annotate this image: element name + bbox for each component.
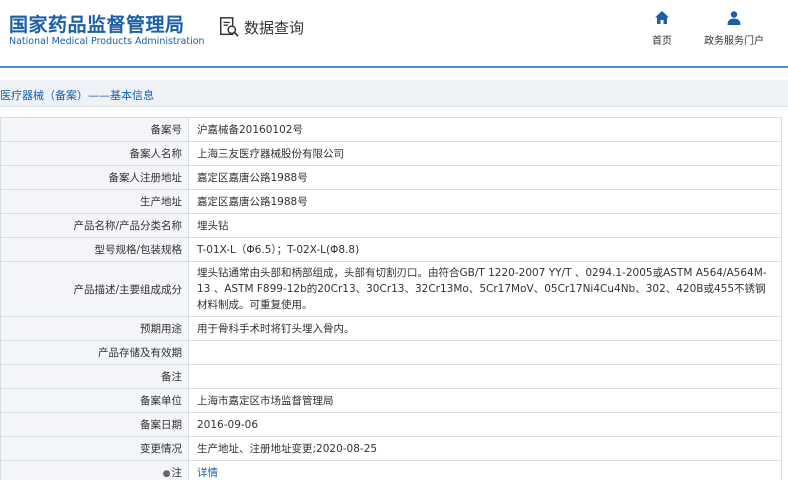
site-logo-en[interactable]: National Medical Products Administration: [9, 36, 205, 47]
field-label-note: ●注: [0, 460, 189, 480]
field-value: 生产地址、注册地址变更;2020-08-25: [188, 436, 782, 461]
header-divider: [0, 66, 788, 68]
table-row: 备案人注册地址 嘉定区嘉唐公路1988号: [0, 165, 782, 190]
table-row: 预期用途 用于骨科手术时将钉头埋入骨内。: [0, 316, 782, 341]
field-value: 详情: [188, 460, 782, 480]
lightbulb-icon: ●: [162, 469, 171, 479]
field-label: 产品描述/主要组成成分: [0, 261, 189, 317]
field-label: 变更情况: [0, 436, 189, 461]
document-search-icon: [220, 17, 239, 37]
table-row: 备案号 沪嘉械备20160102号: [0, 117, 782, 142]
field-value: 埋头钻: [188, 213, 782, 238]
note-label: 注: [171, 467, 183, 479]
data-query-label: 数据查询: [244, 18, 305, 37]
table-row: 备案人名称 上海三友医疗器械股份有限公司: [0, 141, 782, 166]
nav-home[interactable]: 首页: [652, 10, 672, 47]
field-value: 上海市嘉定区市场监督管理局: [188, 388, 782, 413]
user-icon: [727, 11, 741, 25]
field-value: 用于骨科手术时将钉头埋入骨内。: [188, 316, 782, 341]
site-logo-cn[interactable]: 国家药品监督管理局: [9, 10, 185, 37]
nav-home-label: 首页: [652, 36, 672, 47]
field-value: T-01X-L（Φ6.5）；T-02X-L(Φ8.8): [188, 237, 782, 262]
table-row: 备案单位 上海市嘉定区市场监督管理局: [0, 388, 782, 413]
field-value: [188, 364, 782, 389]
field-label: 型号规格/包装规格: [0, 237, 189, 262]
field-label: 备案人名称: [0, 141, 189, 166]
site-header: 国家药品监督管理局 National Medical Products Admi…: [0, 0, 788, 66]
breadcrumb-bar: 医疗器械（备案）——基本信息: [0, 80, 788, 107]
field-value: 埋头钻通常由头部和柄部组成，头部有切割刃口。由符合GB/T 1220-2007 …: [188, 261, 782, 317]
details-link[interactable]: 详情: [197, 467, 218, 479]
table-row: 生产地址 嘉定区嘉唐公路1988号: [0, 189, 782, 214]
nav-gov-service-portal[interactable]: 政务服务门户: [704, 10, 764, 47]
table-row: ●注 详情: [0, 460, 782, 480]
field-label: 备案人注册地址: [0, 165, 189, 190]
breadcrumb: 医疗器械（备案）——基本信息: [0, 89, 154, 102]
field-value: 沪嘉械备20160102号: [188, 117, 782, 142]
field-label: 产品名称/产品分类名称: [0, 213, 189, 238]
field-value: 嘉定区嘉唐公路1988号: [188, 165, 782, 190]
home-icon: [655, 11, 669, 24]
table-row: 型号规格/包装规格 T-01X-L（Φ6.5）；T-02X-L(Φ8.8): [0, 237, 782, 262]
field-value: 嘉定区嘉唐公路1988号: [188, 189, 782, 214]
field-label: 备案号: [0, 117, 189, 142]
table-row: 备注: [0, 364, 782, 389]
table-row: 产品存储及有效期: [0, 340, 782, 365]
field-value: 2016-09-06: [188, 412, 782, 437]
table-row: 备案日期 2016-09-06: [0, 412, 782, 437]
field-value: 上海三友医疗器械股份有限公司: [188, 141, 782, 166]
field-label: 备注: [0, 364, 189, 389]
table-row: 产品名称/产品分类名称 埋头钻: [0, 213, 782, 238]
field-label: 备案单位: [0, 388, 189, 413]
field-label: 备案日期: [0, 412, 189, 437]
field-value: [188, 340, 782, 365]
field-label: 预期用途: [0, 316, 189, 341]
record-detail-table: 备案号 沪嘉械备20160102号 备案人名称 上海三友医疗器械股份有限公司 备…: [0, 117, 782, 480]
table-row: 产品描述/主要组成成分 埋头钻通常由头部和柄部组成，头部有切割刃口。由符合GB/…: [0, 261, 782, 317]
nav-portal-label: 政务服务门户: [704, 36, 764, 47]
field-label: 产品存储及有效期: [0, 340, 189, 365]
data-query-link[interactable]: 数据查询: [218, 16, 304, 38]
field-label: 生产地址: [0, 189, 189, 214]
table-row: 变更情况 生产地址、注册地址变更;2020-08-25: [0, 436, 782, 461]
